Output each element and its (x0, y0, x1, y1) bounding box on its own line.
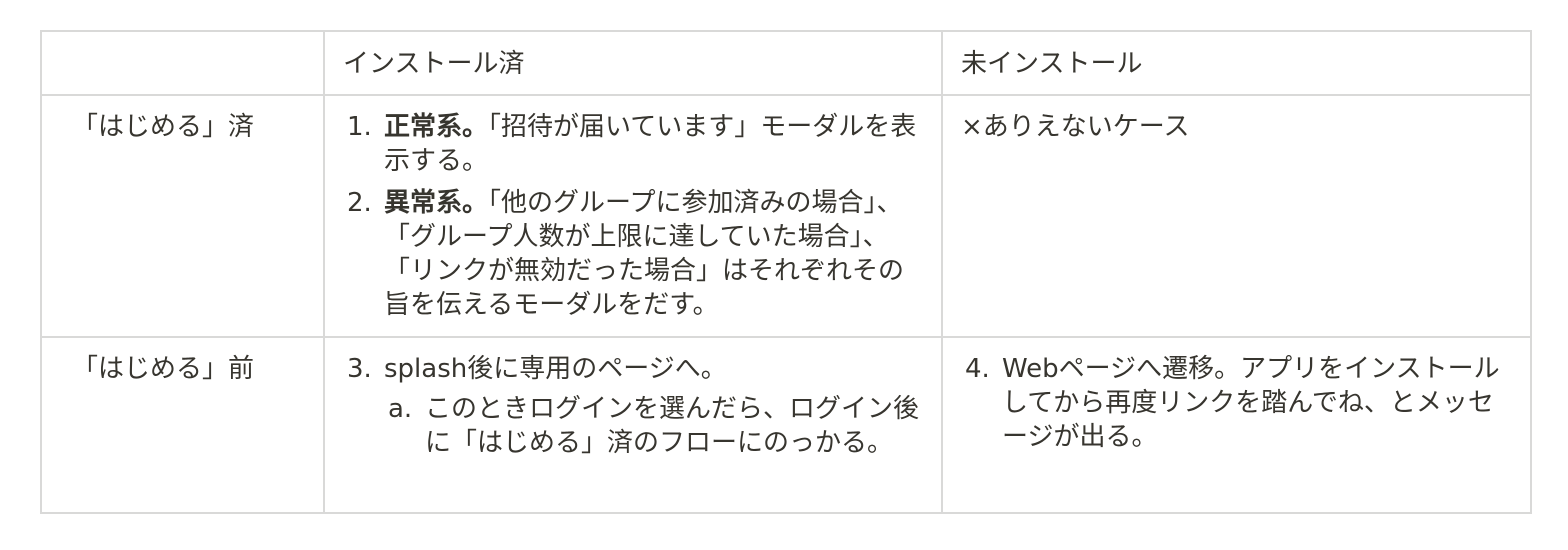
list-number: 2. (347, 188, 372, 218)
list-text: splash後に専用のページへ。 (384, 354, 727, 384)
list-number: 3. (347, 354, 372, 384)
list-number: 1. (347, 112, 372, 142)
comparison-table-container: インストール済 未インストール 「はじめる」済 1. 正常系。「招待が届いています… (40, 30, 1532, 514)
table-row: 「はじめる」済 1. 正常系。「招待が届いています」モーダルを表示する。 2. 異常… (40, 94, 1532, 338)
header-corner-cell (40, 30, 325, 96)
list-item: 3. splash後に専用のページへ。 a. このときログインを選んだら、ログイン後… (343, 352, 923, 460)
sub-list: a. このときログインを選んだら、ログイン後に「はじめる」済のフローにのっかる。 (384, 392, 923, 460)
cell-started-not-installed: ×ありえないケース (941, 94, 1532, 338)
row-label-started: 「はじめる」済 (40, 94, 325, 338)
numbered-list: 4. Webページへ遷移。アプリをインストールしてから再度リンクを踏んでね、とメッ… (961, 352, 1512, 454)
cell-before-not-installed: 4. Webページへ遷移。アプリをインストールしてから再度リンクを踏んでね、とメッ… (941, 336, 1532, 514)
numbered-list: 3. splash後に専用のページへ。 a. このときログインを選んだら、ログイン後… (343, 352, 923, 460)
numbered-list: 1. 正常系。「招待が届いています」モーダルを表示する。 2. 異常系。「他のグルー… (343, 110, 923, 322)
list-item: 1. 正常系。「招待が届いています」モーダルを表示する。 (343, 110, 923, 178)
list-text: Webページへ遷移。アプリをインストールしてから再度リンクを踏んでね、とメッセー… (1002, 354, 1500, 452)
list-item: 2. 異常系。「他のグループに参加済みの場合」、「グループ人数が上限に達していた場… (343, 186, 923, 322)
bold-label: 正常系。 (384, 112, 489, 142)
table-row: 「はじめる」前 3. splash後に専用のページへ。 a. このときログインを選ん… (40, 336, 1532, 514)
cell-before-installed: 3. splash後に専用のページへ。 a. このときログインを選んだら、ログイン後… (323, 336, 943, 514)
sub-list-letter: a. (388, 394, 413, 424)
header-installed: インストール済 (323, 30, 943, 96)
cell-started-installed: 1. 正常系。「招待が届いています」モーダルを表示する。 2. 異常系。「他のグルー… (323, 94, 943, 338)
comparison-table: インストール済 未インストール 「はじめる」済 1. 正常系。「招待が届いています… (40, 30, 1532, 514)
sub-list-text: このときログインを選んだら、ログイン後に「はじめる」済のフローにのっかる。 (425, 394, 920, 458)
list-item: 4. Webページへ遷移。アプリをインストールしてから再度リンクを踏んでね、とメッ… (961, 352, 1512, 454)
row-label-before-start: 「はじめる」前 (40, 336, 325, 514)
list-number: 4. (965, 354, 990, 384)
sub-list-item: a. このときログインを選んだら、ログイン後に「はじめる」済のフローにのっかる。 (384, 392, 923, 460)
header-not-installed: 未インストール (941, 30, 1532, 96)
bold-label: 異常系。 (384, 188, 489, 218)
table-header-row: インストール済 未インストール (40, 30, 1532, 96)
